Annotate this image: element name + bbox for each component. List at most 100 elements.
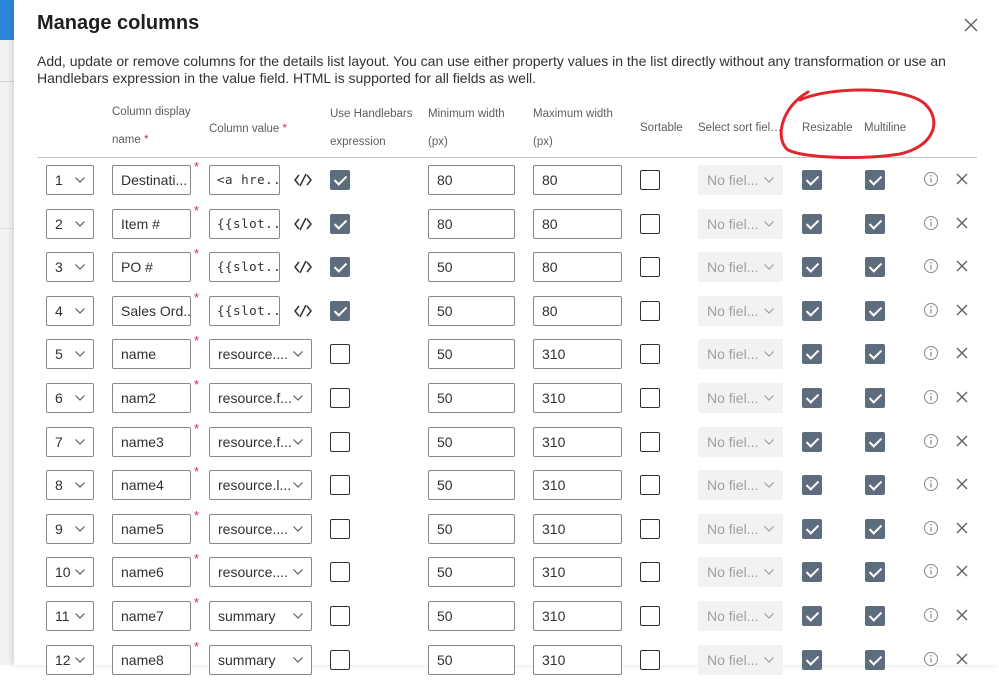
column-value-input[interactable]: {{slot... (209, 252, 280, 283)
resizable-checkbox[interactable] (802, 475, 822, 496)
delete-row-button[interactable] (954, 563, 970, 579)
edit-handlebars-button[interactable] (292, 257, 314, 277)
delete-row-button[interactable] (954, 433, 970, 449)
multiline-checkbox[interactable] (865, 344, 885, 365)
resizable-checkbox[interactable] (802, 170, 822, 190)
min-width-input[interactable]: 80 (428, 165, 515, 195)
multiline-checkbox[interactable] (865, 562, 885, 583)
edit-handlebars-button[interactable] (292, 301, 314, 321)
delete-row-button[interactable] (954, 389, 970, 405)
multiline-checkbox[interactable] (865, 431, 885, 452)
sort-field-dropdown[interactable]: No fiel... (698, 208, 783, 239)
info-button[interactable] (922, 388, 940, 406)
edit-handlebars-button[interactable] (292, 170, 314, 190)
min-width-input[interactable]: 50 (428, 513, 515, 544)
use-handlebars-checkbox[interactable] (330, 475, 350, 496)
sort-field-dropdown[interactable]: No fiel... (698, 644, 783, 675)
order-dropdown[interactable]: 3 (46, 252, 94, 283)
sort-field-dropdown[interactable]: No fiel... (698, 426, 783, 457)
min-width-input[interactable]: 50 (428, 470, 515, 501)
use-handlebars-checkbox[interactable] (330, 562, 350, 583)
min-width-input[interactable]: 50 (428, 295, 515, 326)
min-width-input[interactable]: 50 (428, 339, 515, 370)
delete-row-button[interactable] (954, 302, 970, 318)
use-handlebars-checkbox[interactable] (330, 300, 350, 321)
max-width-input[interactable]: 80 (533, 252, 622, 283)
column-value-dropdown[interactable]: resource.f... (209, 426, 312, 457)
sort-field-dropdown[interactable]: No fiel... (698, 383, 783, 413)
sort-field-dropdown[interactable]: No fiel... (698, 470, 783, 501)
edit-handlebars-button[interactable] (292, 214, 314, 234)
info-button[interactable] (922, 170, 940, 188)
column-value-input[interactable]: <a hre... (209, 165, 280, 195)
use-handlebars-checkbox[interactable] (330, 518, 350, 539)
use-handlebars-checkbox[interactable] (330, 606, 350, 626)
multiline-checkbox[interactable] (865, 300, 885, 321)
info-button[interactable] (922, 432, 940, 450)
min-width-input[interactable]: 50 (428, 383, 515, 413)
max-width-input[interactable]: 80 (533, 165, 622, 195)
use-handlebars-checkbox[interactable] (330, 344, 350, 365)
info-button[interactable] (922, 344, 940, 362)
info-button[interactable] (922, 257, 940, 275)
resizable-checkbox[interactable] (802, 518, 822, 539)
delete-row-button[interactable] (954, 345, 970, 361)
order-dropdown[interactable]: 5 (46, 339, 94, 370)
min-width-input[interactable]: 50 (428, 252, 515, 283)
sortable-checkbox[interactable] (640, 562, 660, 583)
sort-field-dropdown[interactable]: No fiel... (698, 295, 783, 326)
sort-field-dropdown[interactable]: No fiel... (698, 557, 783, 588)
resizable-checkbox[interactable] (802, 213, 822, 234)
resizable-checkbox[interactable] (802, 431, 822, 452)
order-dropdown[interactable]: 2 (46, 208, 94, 239)
sortable-checkbox[interactable] (640, 170, 660, 190)
column-value-dropdown[interactable]: resource.... (209, 513, 312, 544)
sortable-checkbox[interactable] (640, 649, 660, 670)
max-width-input[interactable]: 80 (533, 295, 622, 326)
min-width-input[interactable]: 50 (428, 557, 515, 588)
delete-row-button[interactable] (954, 171, 970, 187)
max-width-input[interactable]: 310 (533, 426, 622, 457)
order-dropdown[interactable]: 8 (46, 470, 94, 501)
sort-field-dropdown[interactable]: No fiel... (698, 339, 783, 370)
info-button[interactable] (922, 214, 940, 232)
info-button[interactable] (922, 606, 940, 624)
multiline-checkbox[interactable] (865, 213, 885, 234)
order-dropdown[interactable]: 11 (46, 601, 94, 631)
column-value-input[interactable]: {{slot... (209, 295, 280, 326)
column-value-dropdown[interactable]: summary (209, 601, 312, 631)
display-name-input[interactable]: name8 (112, 644, 191, 675)
max-width-input[interactable]: 310 (533, 513, 622, 544)
sortable-checkbox[interactable] (640, 475, 660, 496)
order-dropdown[interactable]: 10 (46, 557, 94, 588)
order-dropdown[interactable]: 7 (46, 426, 94, 457)
delete-row-button[interactable] (954, 215, 970, 231)
max-width-input[interactable]: 310 (533, 339, 622, 370)
multiline-checkbox[interactable] (865, 649, 885, 670)
max-width-input[interactable]: 310 (533, 557, 622, 588)
order-dropdown[interactable]: 1 (46, 165, 94, 195)
sort-field-dropdown[interactable]: No fiel... (698, 601, 783, 631)
min-width-input[interactable]: 80 (428, 208, 515, 239)
min-width-input[interactable]: 50 (428, 426, 515, 457)
resizable-checkbox[interactable] (802, 300, 822, 321)
display-name-input[interactable]: name3 (112, 426, 191, 457)
max-width-input[interactable]: 310 (533, 470, 622, 501)
use-handlebars-checkbox[interactable] (330, 388, 350, 408)
delete-row-button[interactable] (954, 607, 970, 623)
info-button[interactable] (922, 301, 940, 319)
display-name-input[interactable]: PO # (112, 252, 191, 283)
display-name-input[interactable]: name5 (112, 513, 191, 544)
multiline-checkbox[interactable] (865, 518, 885, 539)
order-dropdown[interactable]: 4 (46, 295, 94, 326)
sortable-checkbox[interactable] (640, 300, 660, 321)
delete-row-button[interactable] (954, 476, 970, 492)
delete-row-button[interactable] (954, 258, 970, 274)
use-handlebars-checkbox[interactable] (330, 170, 350, 190)
use-handlebars-checkbox[interactable] (330, 257, 350, 278)
column-value-input[interactable]: {{slot... (209, 208, 280, 239)
order-dropdown[interactable]: 6 (46, 383, 94, 413)
resizable-checkbox[interactable] (802, 562, 822, 583)
sortable-checkbox[interactable] (640, 344, 660, 365)
display-name-input[interactable]: name4 (112, 470, 191, 501)
